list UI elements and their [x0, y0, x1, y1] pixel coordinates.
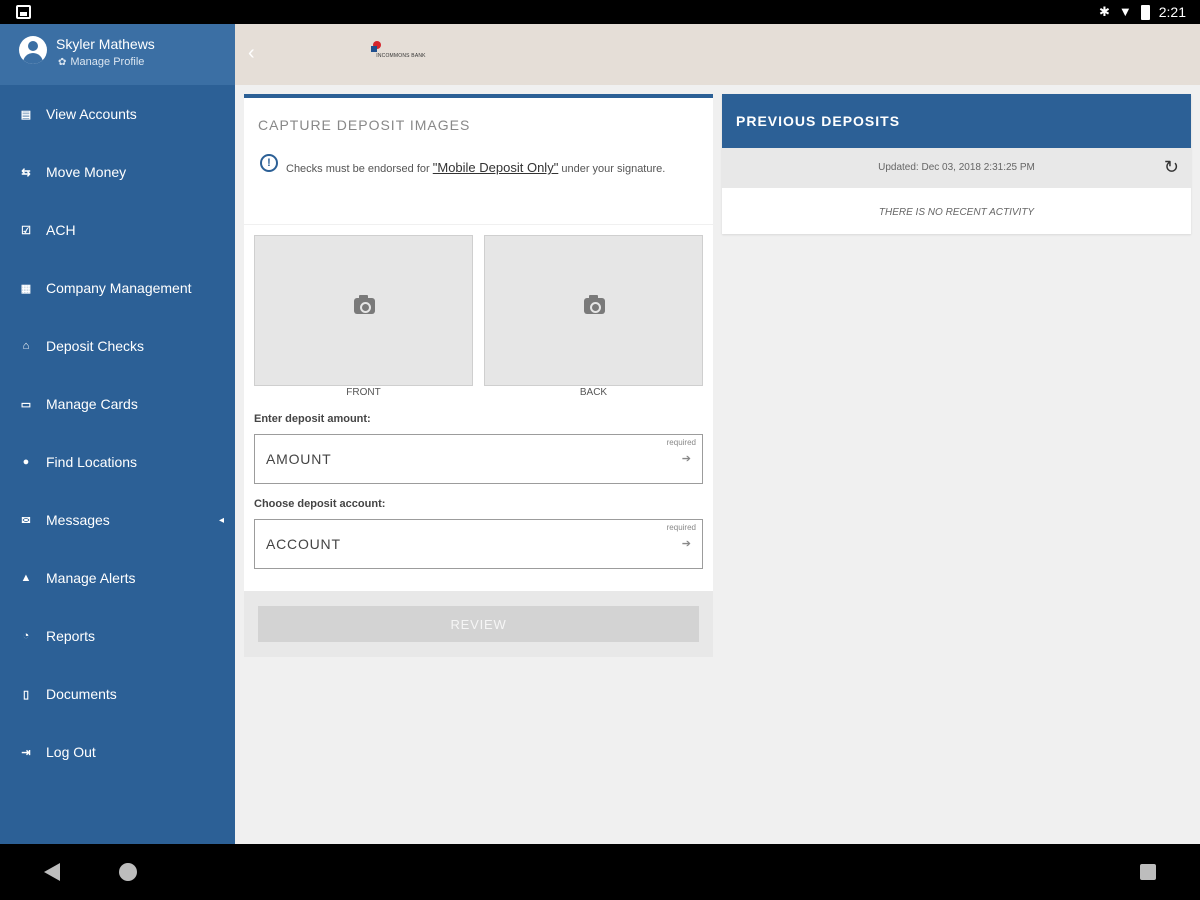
document-icon: ▯ — [22, 688, 30, 701]
status-time: 2:21 — [1158, 4, 1186, 20]
refresh-icon[interactable]: ↻ — [1164, 157, 1179, 177]
info-icon: ! — [260, 154, 278, 172]
sidebar-item-label: ACH — [46, 222, 76, 238]
arrow-right-icon: ➔ — [681, 538, 691, 550]
ach-icon: ☑ — [21, 224, 31, 237]
nav-back-icon[interactable] — [44, 863, 60, 881]
logout-icon: ⇥ — [21, 746, 31, 759]
sidebar-nav: ▤ View Accounts ⇆ Move Money ☑ ACH ▦ Com… — [0, 85, 235, 781]
amount-label: Enter deposit amount: — [254, 413, 371, 425]
endorsement-notice: Checks must be endorsed for "Mobile Depo… — [286, 157, 686, 180]
sidebar-item-label: Company Management — [46, 280, 192, 296]
sidebar-item-label: Documents — [46, 686, 117, 702]
manage-profile-label: Manage Profile — [70, 56, 145, 68]
sidebar-item-find-locations[interactable]: ● Find Locations — [0, 433, 235, 491]
notice-text-before: Checks must be endorsed for — [286, 163, 433, 175]
sidebar-item-manage-alerts[interactable]: ▲ Manage Alerts — [0, 549, 235, 607]
sidebar-item-deposit-checks[interactable]: ⌂ Deposit Checks — [0, 317, 235, 375]
system-nav-bar — [0, 844, 1200, 900]
updated-timestamp: Updated: Dec 03, 2018 2:31:25 PM — [878, 162, 1035, 173]
previous-deposits-card: PREVIOUS DEPOSITS Updated: Dec 03, 2018 … — [722, 94, 1191, 234]
review-area: REVIEW — [244, 591, 713, 657]
sidebar-item-ach[interactable]: ☑ ACH — [0, 201, 235, 259]
sidebar-item-label: View Accounts — [46, 106, 137, 122]
previous-deposits-title: PREVIOUS DEPOSITS — [722, 94, 1191, 148]
account-field-value: ACCOUNT — [266, 536, 341, 552]
updated-bar: Updated: Dec 03, 2018 2:31:25 PM ↻ — [722, 148, 1191, 188]
gear-icon: ✿ — [58, 56, 67, 68]
envelope-icon: ✉ — [21, 514, 31, 527]
bell-icon: ▲ — [20, 572, 32, 584]
gallery-notification-icon — [16, 5, 31, 19]
back-image-capture[interactable] — [484, 235, 703, 386]
sidebar-item-label: Manage Cards — [46, 396, 138, 412]
caret-left-icon: ◂ — [219, 514, 225, 526]
sidebar-item-label: Log Out — [46, 744, 96, 760]
sidebar-item-company-management[interactable]: ▦ Company Management — [0, 259, 235, 317]
deposit-form: FRONT BACK Enter deposit amount: AMOUNT … — [244, 225, 713, 591]
logo-mark-icon — [371, 41, 382, 52]
sidebar-item-log-out[interactable]: ⇥ Log Out — [0, 723, 235, 781]
arrow-right-icon: ➔ — [681, 453, 691, 465]
required-label: required — [666, 438, 696, 447]
camera-icon — [354, 295, 375, 314]
bluetooth-icon: ✱ — [1098, 4, 1110, 19]
bank-logo: INCOMMONS BANK — [369, 39, 429, 71]
logo-text: INCOMMONS BANK — [376, 53, 426, 59]
sidebar-item-messages[interactable]: ✉ Messages ◂ — [0, 491, 235, 549]
sidebar-item-move-money[interactable]: ⇆ Move Money — [0, 143, 235, 201]
manage-profile-link[interactable]: ✿ Manage Profile — [58, 56, 144, 68]
account-field[interactable]: ACCOUNT required ➔ — [254, 519, 703, 569]
avatar-icon — [19, 36, 47, 64]
profile-header[interactable]: Skyler Mathews ✿ Manage Profile — [0, 24, 235, 85]
camera-icon — [584, 295, 605, 314]
required-label: required — [666, 523, 696, 532]
move-money-icon: ⇆ — [21, 166, 31, 179]
capture-title: CAPTURE DEPOSIT IMAGES — [258, 117, 471, 133]
account-label: Choose deposit account: — [254, 498, 386, 510]
wifi-icon: ▼ — [1118, 4, 1132, 19]
sidebar-item-label: Deposit Checks — [46, 338, 145, 354]
front-label: FRONT — [346, 387, 381, 398]
capture-deposit-card: CAPTURE DEPOSIT IMAGES ! Checks must be … — [244, 94, 713, 224]
sidebar-item-label: Manage Alerts — [46, 570, 136, 586]
sidebar-item-label: Reports — [46, 628, 96, 644]
back-label: BACK — [579, 387, 608, 398]
battery-icon — [1140, 4, 1150, 20]
company-icon: ▦ — [20, 282, 32, 295]
nav-home-icon[interactable] — [119, 863, 137, 881]
location-pin-icon: ● — [22, 456, 30, 468]
mobile-deposit-only-link[interactable]: "Mobile Deposit Only" — [433, 160, 559, 175]
amount-field[interactable]: AMOUNT required ➔ — [254, 434, 703, 484]
status-bar: ✱ ▼ 2:21 — [0, 0, 1200, 24]
sidebar-item-label: Find Locations — [46, 454, 138, 470]
sidebar: Skyler Mathews ✿ Manage Profile ▤ View A… — [0, 24, 235, 844]
sidebar-item-reports[interactable]: ◔ Reports — [0, 607, 235, 665]
sidebar-item-view-accounts[interactable]: ▤ View Accounts — [0, 85, 235, 143]
empty-state-message: THERE IS NO RECENT ACTIVITY — [878, 207, 1035, 218]
app-header: ‹ INCOMMONS BANK — [235, 24, 1200, 85]
sidebar-item-label: Move Money — [46, 164, 127, 180]
profile-name: Skyler Mathews — [56, 36, 155, 52]
sidebar-item-manage-cards[interactable]: ▭ Manage Cards — [0, 375, 235, 433]
sidebar-item-documents[interactable]: ▯ Documents — [0, 665, 235, 723]
back-button[interactable]: ‹ — [248, 42, 255, 65]
nav-recents-icon[interactable] — [1140, 864, 1156, 880]
card-icon: ▭ — [20, 398, 32, 411]
bank-icon: ⌂ — [22, 340, 30, 352]
sidebar-item-label: Messages — [46, 512, 110, 528]
reports-icon: ◔ — [22, 630, 30, 642]
front-image-capture[interactable] — [254, 235, 473, 386]
amount-field-value: AMOUNT — [266, 451, 332, 467]
notice-text-after: under your signature. — [558, 163, 666, 175]
review-button[interactable]: REVIEW — [258, 606, 699, 642]
accounts-icon: ▤ — [20, 108, 32, 121]
